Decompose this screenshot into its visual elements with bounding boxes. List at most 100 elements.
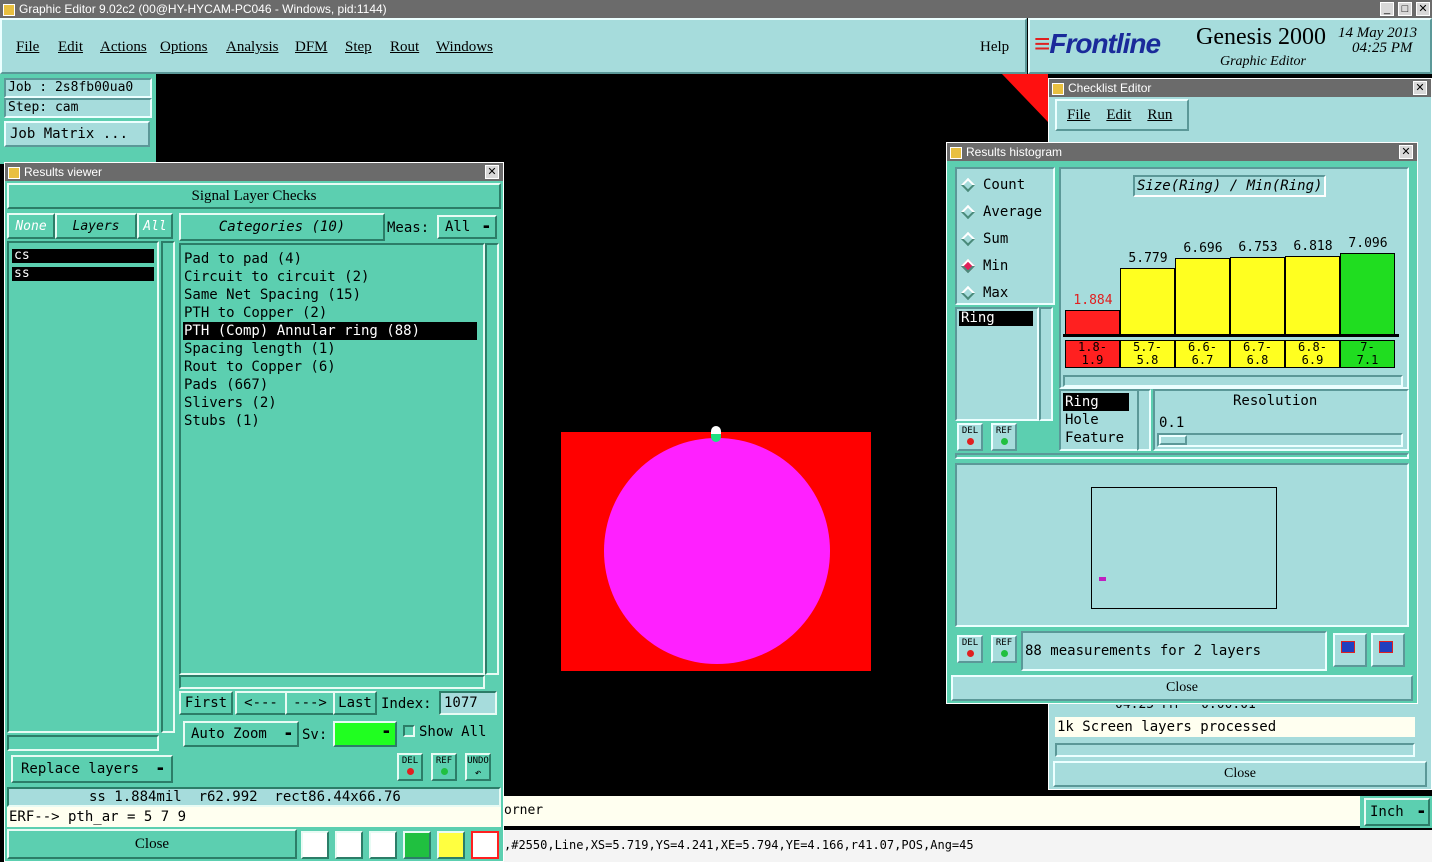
- resolution-slider-thumb[interactable]: [1159, 435, 1187, 445]
- menu-options[interactable]: Options: [160, 39, 226, 56]
- category-item[interactable]: Pad to pad (4): [184, 250, 483, 268]
- bins-attr-feature[interactable]: Feature: [1063, 429, 1141, 447]
- ref-cross-icon[interactable]: [369, 831, 397, 859]
- report-icon[interactable]: [437, 831, 465, 859]
- category-item[interactable]: Pads (667): [184, 376, 483, 394]
- chart-hscrollbar[interactable]: [1063, 375, 1403, 387]
- mode-min-radio[interactable]: Min: [957, 252, 1053, 279]
- app-title: Graphic Editor 9.02c2 (00@HY-HYCAM-PC046…: [19, 2, 387, 16]
- sv-color-dropdown[interactable]: ▬: [333, 721, 397, 747]
- ref-button[interactable]: REF: [431, 753, 457, 781]
- preview-del-button[interactable]: DEL: [957, 635, 983, 663]
- index-input[interactable]: [439, 691, 497, 715]
- category-item[interactable]: Same Net Spacing (15): [184, 286, 483, 304]
- mode-average-radio[interactable]: Average: [957, 198, 1053, 225]
- checklist-menu-edit[interactable]: Edit: [1106, 107, 1131, 129]
- category-item[interactable]: Slivers (2): [184, 394, 483, 412]
- none-button[interactable]: None: [7, 213, 55, 239]
- radio-on-icon: [960, 258, 976, 273]
- zoom-area-icon[interactable]: [1371, 633, 1405, 667]
- menu-file[interactable]: File: [16, 39, 58, 56]
- categories-vscrollbar[interactable]: [485, 243, 499, 675]
- display-icon[interactable]: [335, 831, 363, 859]
- layer-item-cs[interactable]: cs: [12, 249, 154, 263]
- undo-button[interactable]: UNDO ↶: [465, 753, 491, 781]
- close-button[interactable]: Close: [7, 829, 297, 859]
- command-line[interactable]: orner: [504, 796, 1360, 826]
- attribute-list-vscrollbar[interactable]: [1039, 307, 1053, 421]
- histogram-ref-button[interactable]: REF: [991, 423, 1017, 451]
- layer-item-ss[interactable]: ss: [12, 267, 154, 281]
- histogram-close-button[interactable]: Close: [951, 675, 1413, 701]
- last-button[interactable]: Last: [333, 691, 377, 715]
- show-all-checkbox[interactable]: [403, 725, 415, 737]
- histogram-bar[interactable]: [1065, 310, 1120, 335]
- layers-hscrollbar[interactable]: [7, 735, 159, 751]
- menu-actions[interactable]: Actions: [100, 39, 160, 56]
- bins-attr-vscrollbar[interactable]: [1137, 389, 1151, 451]
- menu-analysis[interactable]: Analysis: [226, 39, 295, 56]
- menu-rout[interactable]: Rout: [390, 39, 436, 56]
- histogram-bar[interactable]: [1230, 257, 1285, 335]
- histogram-del-button[interactable]: DEL: [957, 423, 983, 451]
- menu-dfm[interactable]: DFM: [295, 39, 345, 56]
- close-icon[interactable]: ✕: [1416, 2, 1430, 16]
- auto-zoom-dropdown[interactable]: Auto Zoom ▬: [183, 721, 299, 747]
- histogram-icon[interactable]: [471, 831, 499, 859]
- del-button[interactable]: DEL: [397, 753, 423, 781]
- zoom-fit-icon[interactable]: [1333, 633, 1367, 667]
- first-button[interactable]: First: [179, 691, 233, 715]
- all-layers-button[interactable]: All: [137, 213, 173, 239]
- red-dot-icon: [966, 438, 974, 445]
- category-item[interactable]: Rout to Copper (6): [184, 358, 483, 376]
- checklist-hscrollbar[interactable]: [1055, 743, 1415, 757]
- layers-button[interactable]: Layers: [55, 213, 137, 239]
- job-panel: Job : 2s8fb00ua0 Step: cam Job Matrix ..…: [0, 74, 156, 164]
- histogram-bar[interactable]: [1175, 258, 1230, 335]
- close-icon[interactable]: ✕: [1413, 81, 1427, 95]
- category-item[interactable]: PTH to Copper (2): [184, 304, 483, 322]
- window-icon: [1052, 82, 1064, 95]
- mode-sum-radio[interactable]: Sum: [957, 225, 1053, 252]
- prev-button[interactable]: <---: [235, 691, 287, 715]
- category-item-selected[interactable]: PTH (Comp) Annular ring (88): [183, 322, 477, 340]
- replace-layers-dropdown[interactable]: Replace layers ▬: [11, 755, 173, 783]
- close-icon[interactable]: ✕: [1399, 145, 1413, 159]
- mode-count-radio[interactable]: Count: [957, 171, 1053, 198]
- layers-vscrollbar[interactable]: [161, 241, 175, 733]
- mode-max-radio[interactable]: Max: [957, 279, 1053, 306]
- bins-attr-ring[interactable]: Ring: [1063, 393, 1129, 411]
- pad-circle-feature[interactable]: [604, 438, 830, 664]
- histogram-bar[interactable]: [1285, 256, 1340, 335]
- bin-range-label: 6.8- 6.9: [1285, 340, 1340, 368]
- checklist-menu-run[interactable]: Run: [1147, 107, 1172, 129]
- dropdown-arrow-icon: ▬: [285, 729, 291, 739]
- compare-icon[interactable]: [403, 831, 431, 859]
- maximize-button[interactable]: □: [1398, 2, 1412, 16]
- next-button[interactable]: --->: [285, 691, 335, 715]
- close-icon[interactable]: ✕: [485, 165, 499, 179]
- histogram-bar[interactable]: [1120, 268, 1175, 335]
- units-dropdown[interactable]: Inch ▬: [1364, 798, 1430, 826]
- checklist-menu-file[interactable]: File: [1067, 107, 1090, 129]
- category-item[interactable]: Circuit to circuit (2): [184, 268, 483, 286]
- menu-step[interactable]: Step: [345, 39, 390, 56]
- job-matrix-button[interactable]: Job Matrix ...: [4, 121, 150, 147]
- menu-help[interactable]: Help: [980, 39, 1009, 56]
- preview-ref-button[interactable]: REF: [991, 635, 1017, 663]
- layers-icon[interactable]: [301, 831, 329, 859]
- meas-dropdown[interactable]: All ▬: [437, 215, 497, 239]
- category-item[interactable]: Spacing length (1): [184, 340, 483, 358]
- checklist-close-button[interactable]: Close: [1053, 761, 1427, 787]
- resolution-slider[interactable]: [1157, 433, 1403, 447]
- histogram-bar[interactable]: [1340, 253, 1395, 335]
- menu-windows[interactable]: Windows: [436, 39, 506, 56]
- mode-radio-group: Count Average Sum Min Max: [955, 167, 1055, 305]
- minimize-button[interactable]: _: [1380, 2, 1394, 16]
- category-item[interactable]: Stubs (1): [184, 412, 483, 430]
- categories-hscrollbar[interactable]: [179, 675, 485, 689]
- attribute-item-ring[interactable]: Ring: [959, 311, 1033, 326]
- bins-attr-hole[interactable]: Hole: [1063, 411, 1141, 429]
- categories-button[interactable]: Categories (10): [179, 213, 385, 241]
- menu-edit[interactable]: Edit: [58, 39, 100, 56]
